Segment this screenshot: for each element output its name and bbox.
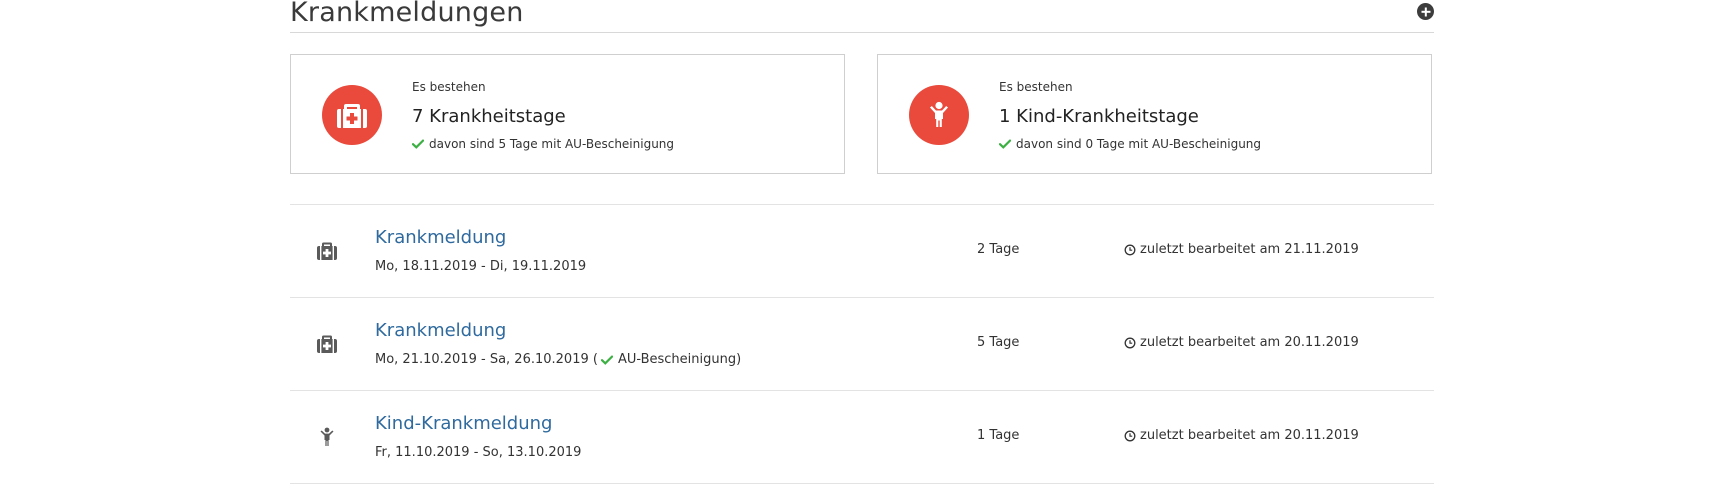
last-edited-text: zuletzt bearbeitet am 21.11.2019: [1140, 242, 1359, 257]
plus-circle-icon[interactable]: [1417, 3, 1434, 20]
day-count: 2 Tage: [977, 242, 1020, 257]
check-icon: [412, 139, 424, 149]
summary-pretext: Es bestehen: [412, 80, 486, 94]
last-edited-text: zuletzt bearbeitet am 20.11.2019: [1140, 428, 1359, 443]
child-icon: [320, 427, 334, 446]
clock-icon: [1124, 337, 1136, 348]
check-icon: [999, 139, 1011, 149]
sick-note-link[interactable]: Kind-Krankmeldung: [375, 413, 552, 434]
clock-icon: [1124, 244, 1136, 255]
date-range: Mo, 18.11.2019 - Di, 19.11.2019: [375, 259, 586, 274]
summary-cards: Es bestehen 7 Krankheitstage davon sind …: [290, 54, 1434, 176]
last-edited: zuletzt bearbeitet am 20.11.2019: [1124, 428, 1359, 443]
summary-card-sick-days: Es bestehen 7 Krankheitstage davon sind …: [290, 54, 845, 174]
first-aid-kit-icon: [322, 85, 382, 145]
last-edited: zuletzt bearbeitet am 20.11.2019: [1124, 335, 1359, 350]
sick-note-link[interactable]: Krankmeldung: [375, 227, 506, 248]
child-icon: [909, 85, 969, 145]
day-count: 1 Tage: [977, 428, 1020, 443]
list-item: Kind-Krankmeldung Fr, 11.10.2019 - So, 1…: [290, 391, 1434, 484]
summary-count: 7 Krankheitstage: [412, 106, 566, 127]
section-header: Krankmeldungen: [290, 0, 1434, 33]
list-item: Krankmeldung Mo, 21.10.2019 - Sa, 26.10.…: [290, 298, 1434, 391]
summary-card-child-sick-days: Es bestehen 1 Kind-Krankheitstage davon …: [877, 54, 1432, 174]
summary-au-note: davon sind 5 Tage mit AU-Bescheinigung: [412, 137, 674, 151]
date-range-text: Mo, 18.11.2019 - Di, 19.11.2019: [375, 259, 587, 274]
sick-note-list: Krankmeldung Mo, 18.11.2019 - Di, 19.11.…: [290, 204, 1434, 484]
first-aid-kit-icon: [317, 335, 337, 353]
sick-note-link[interactable]: Krankmeldung: [375, 320, 506, 341]
page-title: Krankmeldungen: [290, 0, 524, 28]
clock-icon: [1124, 430, 1136, 441]
date-range-text: Fr, 11.10.2019 - So, 13.10.2019: [375, 445, 582, 460]
summary-au-note: davon sind 0 Tage mit AU-Bescheinigung: [999, 137, 1261, 151]
last-edited: zuletzt bearbeitet am 21.11.2019: [1124, 242, 1359, 257]
first-aid-kit-icon: [317, 242, 337, 260]
summary-au-text: davon sind 5 Tage mit AU-Bescheinigung: [429, 137, 675, 151]
list-item: Krankmeldung Mo, 18.11.2019 - Di, 19.11.…: [290, 205, 1434, 298]
au-certificate-label: AU-Bescheinigung): [617, 352, 742, 367]
summary-count: 1 Kind-Krankheitstage: [999, 106, 1199, 127]
check-icon: [600, 355, 613, 365]
last-edited-text: zuletzt bearbeitet am 20.11.2019: [1140, 335, 1359, 350]
date-range: Fr, 11.10.2019 - So, 13.10.2019: [375, 445, 581, 460]
summary-au-text: davon sind 0 Tage mit AU-Bescheinigung: [1016, 137, 1262, 151]
sick-notes-panel: Krankmeldungen Es bestehen 7 Krankheitst…: [290, 0, 1434, 484]
date-range: Mo, 21.10.2019 - Sa, 26.10.2019 ( AU-Bes…: [375, 352, 741, 367]
date-range-text: Mo, 21.10.2019 - Sa, 26.10.2019 (: [375, 352, 598, 367]
summary-pretext: Es bestehen: [999, 80, 1073, 94]
day-count: 5 Tage: [977, 335, 1020, 350]
